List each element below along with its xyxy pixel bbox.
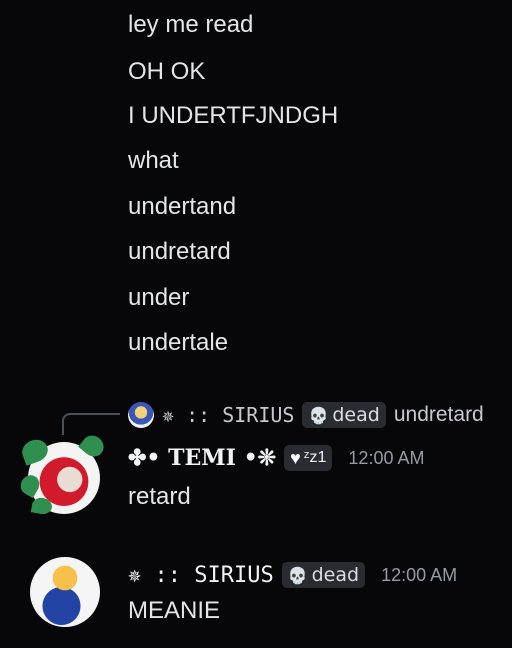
message-line: undretard xyxy=(128,238,231,265)
skull-icon: 💀 xyxy=(287,565,308,585)
message-text: retard xyxy=(128,483,191,510)
message-header: ✵ :: SIRIUS 💀 dead 12:00 AM xyxy=(128,558,457,592)
message-header: ✤• TEMI •❊ ♥ ᶻz1 12:00 AM xyxy=(128,441,424,475)
chat-message-list: ley me read OH OK I UNDERTFJNDGH what un… xyxy=(0,0,512,648)
reply-tag-label: dead xyxy=(332,404,380,426)
message-line: under xyxy=(128,284,190,311)
reply-preview[interactable]: ✵ :: SIRIUS 💀 dead undretard xyxy=(128,400,484,430)
username[interactable]: ✵ :: SIRIUS xyxy=(128,563,274,588)
reply-author-name[interactable]: ✵ :: SIRIUS xyxy=(162,403,294,427)
timestamp[interactable]: 12:00 AM xyxy=(348,448,424,469)
user-tag: ♥ ᶻz1 xyxy=(284,445,333,471)
message-line: I UNDERTFJNDGH xyxy=(128,102,339,129)
leaf-decoration xyxy=(78,431,108,461)
message-line: what xyxy=(128,147,179,174)
reply-spine xyxy=(62,413,120,435)
reply-author-avatar[interactable] xyxy=(128,402,154,428)
skull-icon: 💀 xyxy=(308,405,329,425)
heart-icon: ♥ xyxy=(290,447,301,468)
reply-content[interactable]: undretard xyxy=(394,403,484,427)
timestamp[interactable]: 12:00 AM xyxy=(381,565,457,586)
message-line: undertale xyxy=(128,329,229,356)
message-line: ley me read xyxy=(128,11,254,38)
leaf-decoration xyxy=(19,436,51,466)
message-line: undertand xyxy=(128,193,237,220)
reply-author-tag: 💀 dead xyxy=(302,402,386,428)
username[interactable]: ✤• TEMI •❊ xyxy=(128,445,276,471)
avatar[interactable] xyxy=(30,557,100,627)
leaf-decoration xyxy=(30,496,54,516)
message-text: MEANIE xyxy=(128,597,221,624)
user-tag: 💀 dead xyxy=(281,562,366,588)
user-tag-label: dead xyxy=(311,564,360,586)
avatar[interactable] xyxy=(17,431,108,516)
message-line: OH OK xyxy=(128,58,206,85)
user-tag-label: ᶻz1 xyxy=(303,449,327,466)
leaf-decoration xyxy=(17,471,43,499)
